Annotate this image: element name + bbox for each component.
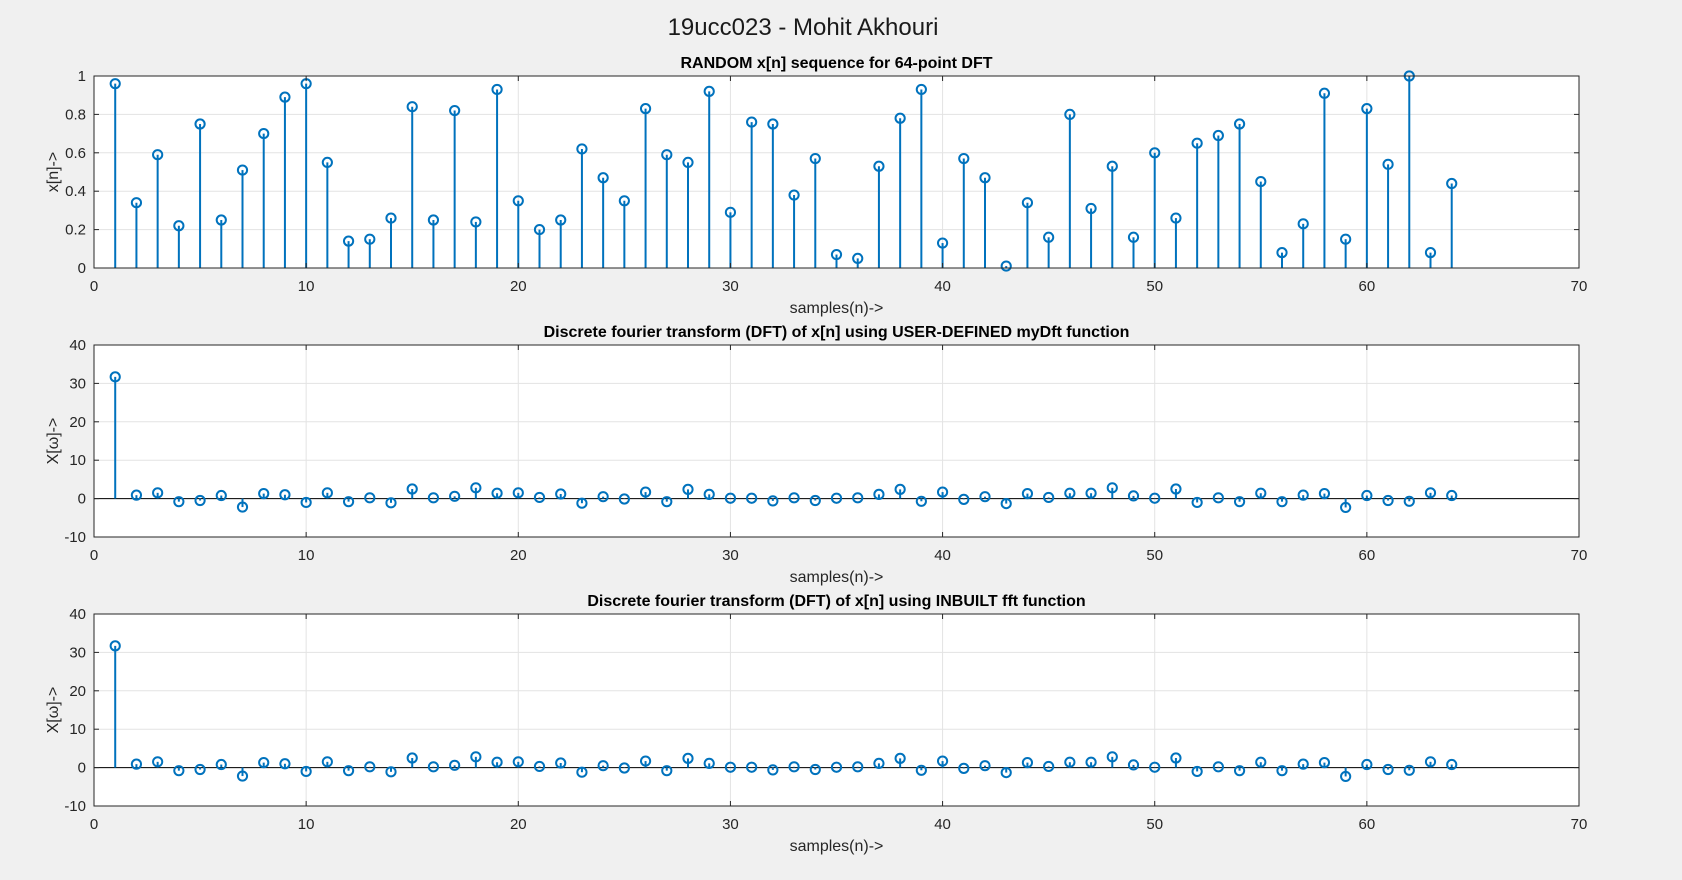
y-axis-label: x[n]-> [45,152,62,192]
y-tick-label: 1 [78,68,86,85]
y-tick-label: 0.2 [65,222,86,239]
x-tick-label: 60 [1359,816,1376,833]
x-axis-label: samples(n)-> [790,838,884,855]
x-tick-label: 70 [1571,278,1588,295]
x-tick-label: 10 [298,816,315,833]
y-tick-label: 0.6 [65,145,86,162]
y-tick-label: 0 [78,491,86,508]
x-tick-label: 20 [510,547,527,564]
subplot-title: RANDOM x[n] sequence for 64-point DFT [680,55,992,72]
y-tick-label: 10 [69,452,86,469]
figure-suptitle: 19ucc023 - Mohit Akhouri [668,14,939,41]
x-tick-label: 60 [1359,278,1376,295]
y-tick-label: 40 [69,606,86,623]
axes-background [94,345,1579,537]
subplot-title: Discrete fourier transform (DFT) of x[n]… [544,324,1130,341]
y-tick-label: 40 [69,337,86,354]
x-tick-label: 70 [1571,816,1588,833]
x-tick-label: 50 [1146,547,1163,564]
x-tick-label: 40 [934,816,951,833]
figure: 19ucc023 - Mohit Akhouri 0 10 20 30 40 50 60 70… [0,0,1682,880]
x-tick-label: 70 [1571,547,1588,564]
y-tick-label: 0 [78,760,86,777]
x-tick-label: 0 [90,816,98,833]
x-tick-label: 20 [510,816,527,833]
x-tick-label: 40 [934,278,951,295]
axes-background [94,76,1579,268]
y-axis-label: X[ω]-> [45,687,62,734]
x-tick-label: 60 [1359,547,1376,564]
x-tick-label: 50 [1146,278,1163,295]
x-axis-label: samples(n)-> [790,300,884,317]
y-tick-label: 20 [69,414,86,431]
y-tick-label: -10 [64,529,86,546]
y-tick-label: 30 [69,644,86,661]
x-tick-label: 30 [722,816,739,833]
x-tick-label: 10 [298,278,315,295]
x-tick-label: 10 [298,547,315,564]
subplots: 0 10 20 30 40 50 60 70 0 0.2 0.4 0.6 0.8 1 RANDOM x[n]… [45,55,1587,855]
x-tick-label: 30 [722,547,739,564]
y-axis-label: X[ω]-> [45,418,62,465]
y-tick-label: 20 [69,683,86,700]
y-tick-label: 10 [69,721,86,738]
y-tick-label: 0.4 [65,183,86,200]
x-tick-label: 20 [510,278,527,295]
x-tick-label: 30 [722,278,739,295]
x-axis-label: samples(n)-> [790,569,884,586]
y-tick-label: 0 [78,260,86,277]
x-tick-label: 0 [90,278,98,295]
x-tick-label: 0 [90,547,98,564]
x-tick-label: 50 [1146,816,1163,833]
y-tick-label: 0.8 [65,106,86,123]
y-tick-label: 30 [69,375,86,392]
y-tick-label: -10 [64,798,86,815]
subplot-title: Discrete fourier transform (DFT) of x[n]… [587,593,1085,610]
x-tick-label: 40 [934,547,951,564]
axes-background [94,614,1579,806]
